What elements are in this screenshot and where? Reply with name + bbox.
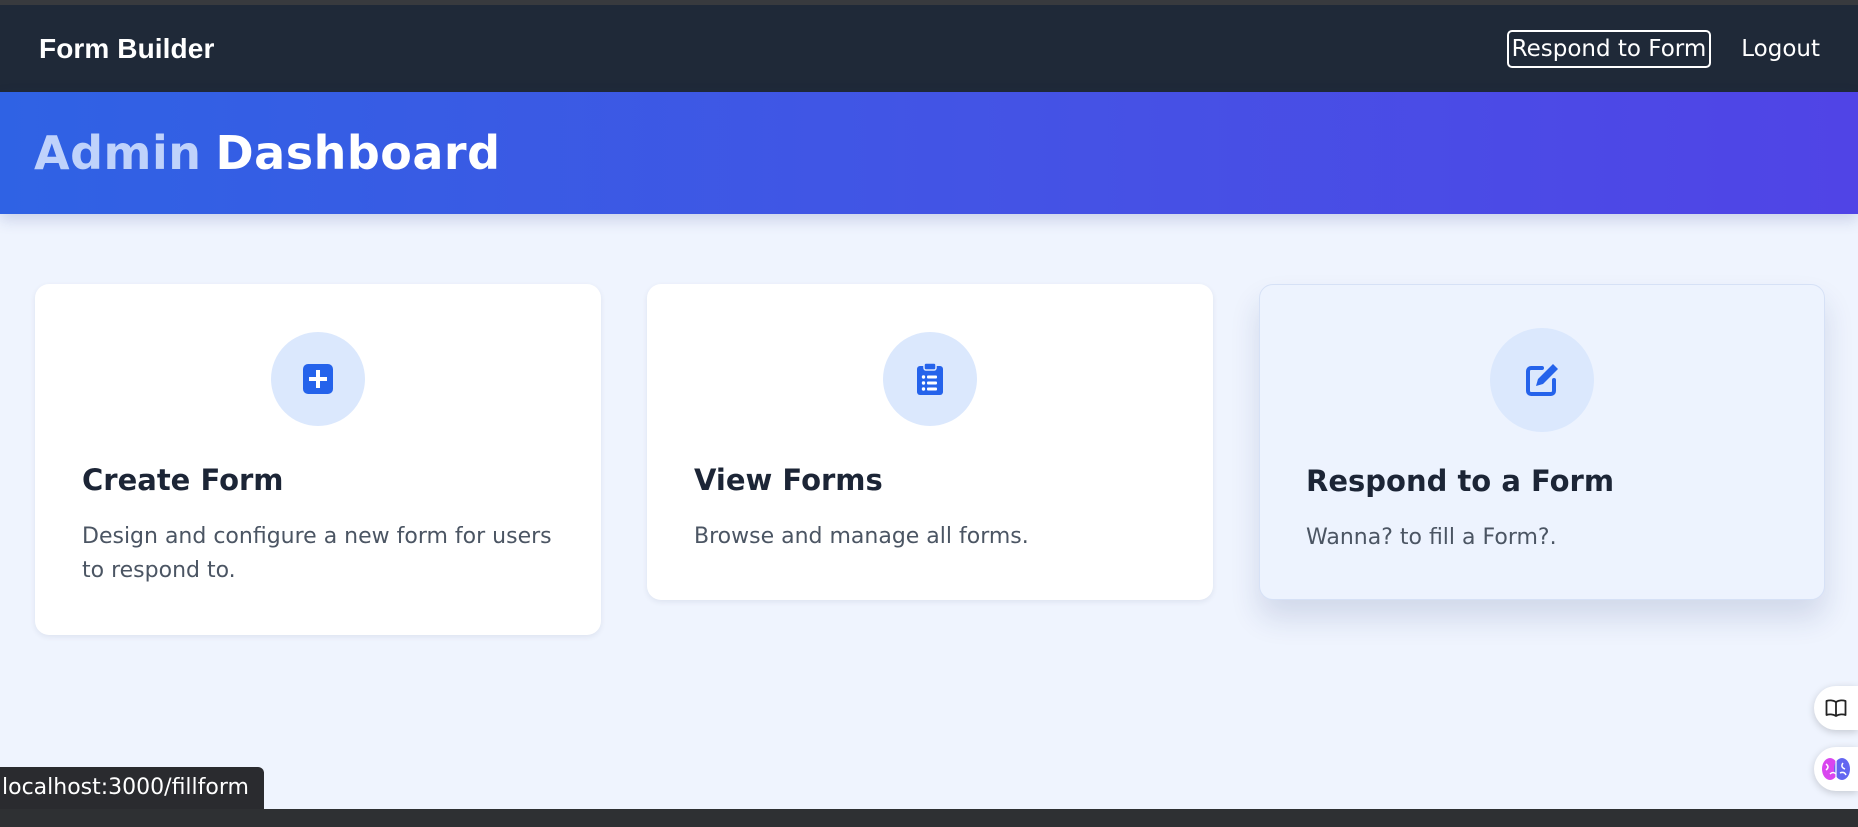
create-form-icon-circle	[271, 332, 365, 426]
card-title: View Forms	[694, 463, 883, 497]
edit-square-icon	[1526, 364, 1558, 396]
page-title: Admin Dashboard	[34, 126, 501, 180]
book-icon	[1825, 699, 1847, 717]
respond-to-form-button[interactable]: Respond to Form	[1506, 29, 1712, 68]
navbar: Form Builder Respond to Form Logout	[0, 5, 1858, 92]
card-description: Browse and manage all forms.	[694, 524, 1029, 549]
view-forms-icon-circle	[883, 332, 977, 426]
create-form-card[interactable]: Create Form Design and configure a new f…	[35, 284, 601, 635]
clipboard-list-icon	[917, 362, 943, 395]
nav-actions: Respond to Form Logout	[1506, 29, 1820, 68]
brain-icon	[1822, 758, 1850, 780]
card-description: Design and configure a new form for user…	[82, 524, 552, 583]
page-title-word-1: Admin	[34, 126, 202, 180]
page-title-word-2: Dashboard	[215, 126, 501, 180]
status-bar-url: localhost:3000/fillform	[0, 767, 264, 809]
ai-assistant-button[interactable]	[1814, 747, 1858, 791]
card-description: Wanna? to fill a Form?.	[1306, 525, 1557, 550]
plus-square-icon	[303, 364, 333, 394]
respond-form-card[interactable]: Respond to a Form Wanna? to fill a Form?…	[1259, 284, 1825, 600]
card-title: Create Form	[82, 463, 284, 497]
brand-logo[interactable]: Form Builder	[39, 33, 214, 65]
reader-mode-button[interactable]	[1814, 686, 1858, 730]
logout-link[interactable]: Logout	[1741, 36, 1820, 62]
os-taskbar	[0, 809, 1858, 827]
card-title: Respond to a Form	[1306, 464, 1615, 498]
view-forms-card[interactable]: View Forms Browse and manage all forms.	[647, 284, 1213, 600]
dashboard-header: Admin Dashboard	[0, 92, 1858, 214]
respond-form-icon-circle	[1490, 328, 1594, 432]
